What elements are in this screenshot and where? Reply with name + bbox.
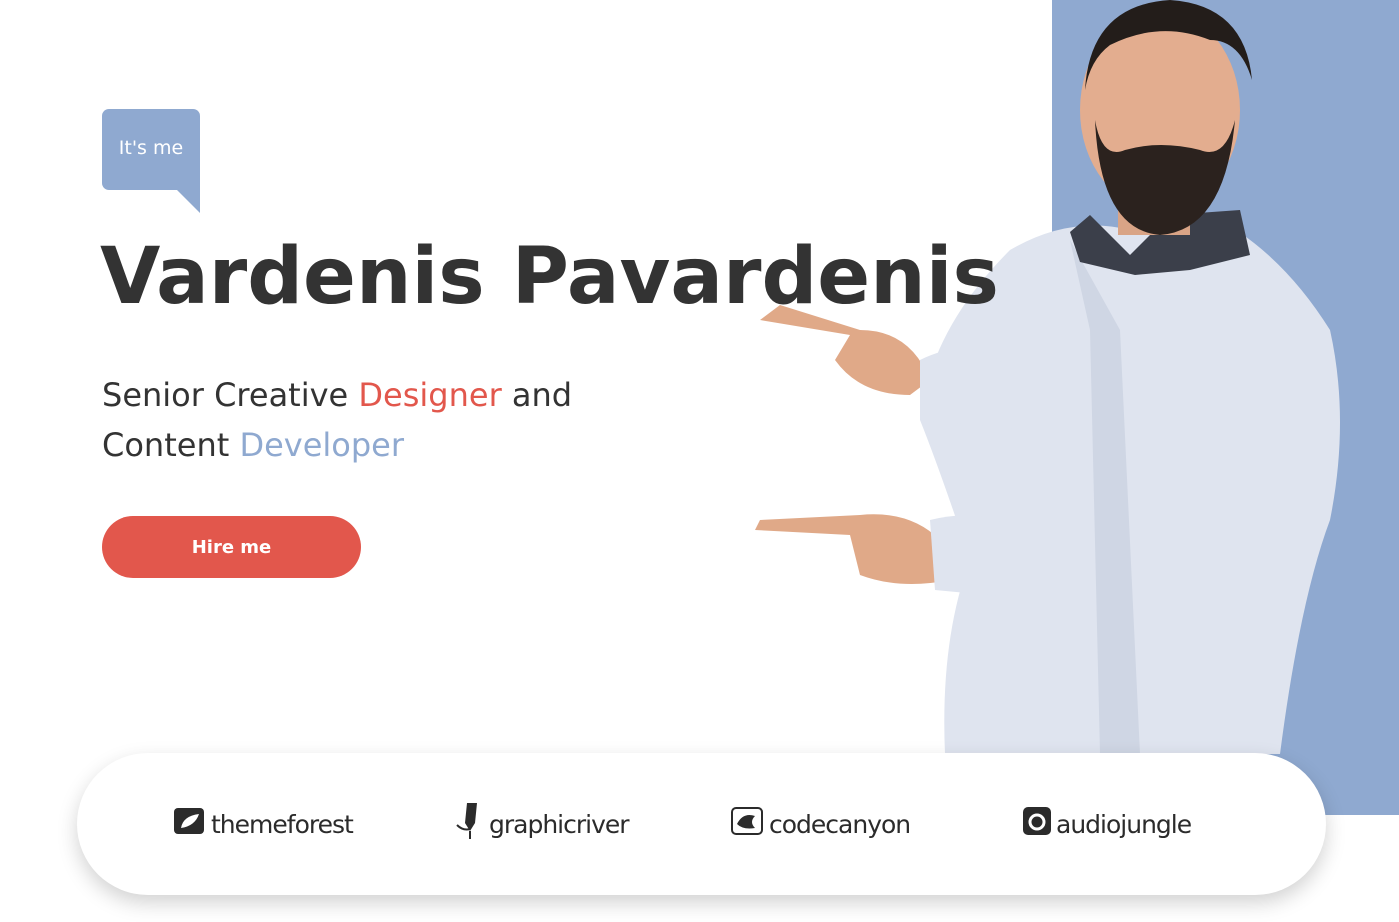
audiojungle-swirl-icon bbox=[1022, 806, 1052, 842]
tagline-highlight-developer: Developer bbox=[239, 426, 405, 464]
tagline-part-1: Senior Creative bbox=[102, 376, 359, 414]
its-me-bubble: It's me bbox=[102, 109, 200, 213]
bubble-text: It's me bbox=[118, 137, 184, 159]
graphicriver-pen-icon bbox=[455, 801, 485, 847]
tagline-highlight-designer: Designer bbox=[358, 376, 502, 414]
partner-codecanyon[interactable]: codecanyon bbox=[731, 801, 911, 847]
partner-themeforest[interactable]: themeforest bbox=[173, 801, 354, 847]
partner-themeforest-label: themeforest bbox=[211, 809, 354, 839]
partner-graphicriver[interactable]: graphicriver bbox=[455, 801, 630, 847]
partner-audiojungle-label: audiojungle bbox=[1056, 809, 1192, 839]
partner-codecanyon-label: codecanyon bbox=[769, 809, 911, 839]
man-pointing-image bbox=[755, 0, 1340, 754]
hero-name-heading: Vardenis Pavardenis bbox=[100, 232, 999, 322]
codecanyon-bird-icon bbox=[731, 806, 765, 842]
hire-me-button[interactable]: Hire me bbox=[102, 516, 361, 578]
tagline-part-3: Content bbox=[102, 426, 240, 464]
tagline-part-2: and bbox=[501, 376, 573, 414]
partner-graphicriver-label: graphicriver bbox=[489, 809, 630, 839]
partner-logo-bar: themeforest graphicriver codecanyon audi… bbox=[77, 753, 1326, 895]
themeforest-leaf-icon bbox=[173, 806, 207, 842]
hero-tagline: Senior Creative Designer and Content Dev… bbox=[102, 370, 662, 470]
partner-audiojungle[interactable]: audiojungle bbox=[1022, 801, 1192, 847]
